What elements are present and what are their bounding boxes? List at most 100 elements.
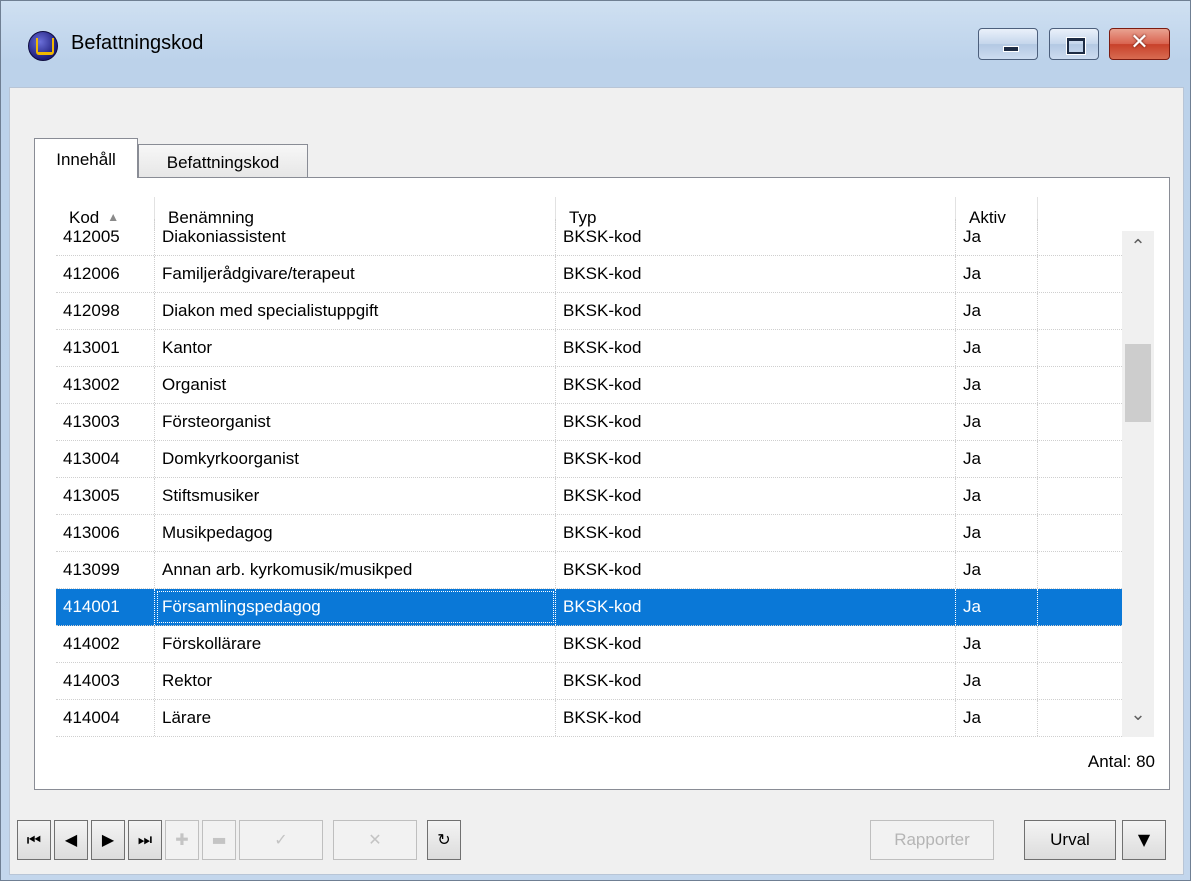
table-row[interactable]: 413002 Organist BKSK-kod Ja [56, 367, 1122, 404]
table-row[interactable]: 412005 Diakoniassistent BKSK-kod Ja [56, 219, 1122, 256]
tab-label: Befattningskod [166, 153, 280, 172]
cell-benamning: Församlingspedagog [155, 589, 556, 625]
cell-typ: BKSK-kod [556, 700, 956, 736]
filter-dropdown-button[interactable]: ▼ [1122, 820, 1166, 860]
chevron-down-icon: ▼ [1137, 830, 1151, 849]
next-record-button[interactable]: ▶ [91, 820, 125, 860]
cell-aktiv: Ja [956, 515, 1038, 551]
cell-benamning: Kantor [155, 330, 556, 366]
cancel-button[interactable]: ✕ [333, 820, 417, 860]
cell-typ: BKSK-kod [556, 330, 956, 366]
cell-typ: BKSK-kod [556, 589, 956, 625]
cell-aktiv: Ja [956, 478, 1038, 514]
table-row[interactable]: 414003 Rektor BKSK-kod Ja [56, 663, 1122, 700]
cell-benamning: Diakoniassistent [155, 219, 556, 255]
client-area: Innehåll Befattningskod Kod ▲ Benämning T… [9, 87, 1184, 875]
cell-typ: BKSK-kod [556, 478, 956, 514]
add-button[interactable]: ✚ [165, 820, 199, 860]
cell-benamning: Stiftsmusiker [155, 478, 556, 514]
table-row[interactable]: 412098 Diakon med specialistuppgift BKSK-k… [56, 293, 1122, 330]
close-button[interactable]: ✕ [1109, 28, 1170, 60]
cell-aktiv: Ja [956, 552, 1038, 588]
cell-typ: BKSK-kod [556, 663, 956, 699]
add-icon: ✚ [175, 830, 189, 849]
filter-button[interactable]: Urval [1024, 820, 1116, 860]
cell-kod: 414002 [56, 626, 155, 662]
table-row[interactable]: 413004 Domkyrkoorganist BKSK-kod Ja [56, 441, 1122, 478]
maximize-button[interactable] [1049, 28, 1099, 60]
cell-aktiv: Ja [956, 219, 1038, 255]
cell-aktiv: Ja [956, 626, 1038, 662]
cell-benamning: Rektor [155, 663, 556, 699]
table-row[interactable]: 413001 Kantor BKSK-kod Ja [56, 330, 1122, 367]
cell-benamning: Diakon med specialistuppgift [155, 293, 556, 329]
filter-button-label: Urval [1050, 830, 1090, 849]
scrollbar-thumb[interactable] [1125, 344, 1151, 422]
vertical-scrollbar[interactable]: ⌃ ⌄ [1122, 231, 1154, 737]
tab-innehall[interactable]: Innehåll [34, 138, 138, 178]
table-row[interactable]: 413006 Musikpedagog BKSK-kod Ja [56, 515, 1122, 552]
scroll-up-icon[interactable]: ⌃ [1122, 231, 1154, 263]
cell-typ: BKSK-kod [556, 515, 956, 551]
minimize-icon [1003, 46, 1019, 52]
cell-benamning: Förskollärare [155, 626, 556, 662]
cell-kod: 412006 [56, 256, 155, 292]
cell-aktiv: Ja [956, 256, 1038, 292]
cancel-x-icon: ✕ [368, 830, 382, 849]
table-row[interactable]: 413003 Försteorganist BKSK-kod Ja [56, 404, 1122, 441]
cell-kod: 414004 [56, 700, 155, 736]
table-row[interactable]: 414002 Förskollärare BKSK-kod Ja [56, 626, 1122, 663]
table-row[interactable]: 412006 Familjerådgivare/terapeut BKSK-kod J… [56, 256, 1122, 293]
cell-benamning: Familjerådgivare/terapeut [155, 256, 556, 292]
maximize-icon [1067, 38, 1085, 54]
cell-kod: 413001 [56, 330, 155, 366]
table-row[interactable]: 413099 Annan arb. kyrkomusik/musikped BKSK… [56, 552, 1122, 589]
cell-typ: BKSK-kod [556, 552, 956, 588]
cell-aktiv: Ja [956, 293, 1038, 329]
app-logo-icon[interactable] [28, 31, 58, 61]
report-button[interactable]: Rapporter [870, 820, 994, 860]
previous-record-button[interactable]: ◀ [54, 820, 88, 860]
report-button-label: Rapporter [894, 830, 970, 849]
last-record-icon: ⏭ [137, 830, 153, 849]
cell-kod: 413099 [56, 552, 155, 588]
record-count: Antal: 80 [1087, 752, 1155, 771]
cell-aktiv: Ja [956, 700, 1038, 736]
table-row[interactable]: 414001 Församlingspedagog BKSK-kod Ja [56, 589, 1122, 626]
cell-aktiv: Ja [956, 663, 1038, 699]
remove-button[interactable]: ▬ [202, 820, 236, 860]
table-row[interactable]: 413005 Stiftsmusiker BKSK-kod Ja [56, 478, 1122, 515]
cell-aktiv: Ja [956, 330, 1038, 366]
first-record-button[interactable]: ⏮ [17, 820, 51, 860]
cell-benamning: Försteorganist [155, 404, 556, 440]
tab-befattningskod[interactable]: Befattningskod [138, 144, 308, 180]
table-row[interactable]: 414004 Lärare BKSK-kod Ja [56, 700, 1122, 737]
checkmark-icon: ✓ [274, 830, 288, 849]
cell-kod: 413004 [56, 441, 155, 477]
cell-kod: 413006 [56, 515, 155, 551]
first-record-icon: ⏮ [26, 830, 42, 849]
last-record-button[interactable]: ⏭ [128, 820, 162, 860]
cell-kod: 413002 [56, 367, 155, 403]
cell-kod: 414003 [56, 663, 155, 699]
content-panel: Kod ▲ Benämning Typ Aktiv 412005 Diakonias… [34, 177, 1170, 790]
refresh-button[interactable]: ↻ [427, 820, 461, 860]
cell-kod: 413003 [56, 404, 155, 440]
close-icon: ✕ [1130, 30, 1149, 55]
cell-kod: 414001 [56, 589, 155, 625]
tab-label: Innehåll [56, 150, 116, 169]
cell-kod: 412098 [56, 293, 155, 329]
cell-typ: BKSK-kod [556, 404, 956, 440]
window-title: Befattningskod [71, 32, 204, 54]
refresh-icon: ↻ [437, 830, 451, 849]
cell-aktiv: Ja [956, 441, 1038, 477]
minimize-button[interactable] [978, 28, 1038, 60]
app-window: Befattningskod ✕ Innehåll Befattningskod… [0, 0, 1191, 881]
next-record-icon: ▶ [101, 830, 115, 849]
cell-typ: BKSK-kod [556, 256, 956, 292]
cell-benamning: Organist [155, 367, 556, 403]
save-button[interactable]: ✓ [239, 820, 323, 860]
title-bar[interactable]: Befattningskod ✕ [1, 1, 1190, 87]
remove-icon: ▬ [211, 830, 227, 849]
scroll-down-icon[interactable]: ⌄ [1122, 699, 1154, 731]
